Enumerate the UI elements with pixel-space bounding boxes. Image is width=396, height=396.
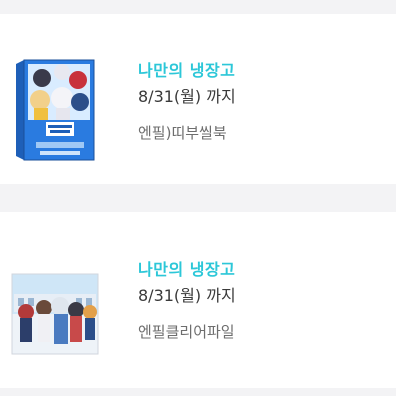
deadline: 8/31(월) 까지 — [138, 87, 236, 106]
deadline: 8/31(월) 까지 — [138, 286, 236, 305]
product-name: 엔필)띠부씰북 — [138, 124, 227, 142]
product-list-screen: 나만의 냉장고 8/31(월) 까지 엔필)띠부씰북 나만의 냉장고 8/31(… — [0, 0, 396, 396]
store-name: 나만의 냉장고 — [138, 260, 236, 279]
item-info: 나만의 냉장고 8/31(월) 까지 엔필클리어파일 — [138, 260, 236, 342]
product-name: 엔필클리어파일 — [138, 323, 235, 341]
list-item[interactable]: 나만의 냉장고 8/31(월) 까지 엔필클리어파일 — [0, 212, 396, 388]
sticker-book-box-image — [16, 59, 95, 161]
list-item[interactable]: 나만의 냉장고 8/31(월) 까지 엔필)띠부씰북 — [0, 14, 396, 184]
clear-file-thumbnail — [10, 266, 100, 362]
store-name: 나만의 냉장고 — [138, 61, 236, 80]
clear-file-image — [10, 272, 100, 356]
sticker-book-thumbnail — [10, 56, 100, 164]
item-info: 나만의 냉장고 8/31(월) 까지 엔필)띠부씰북 — [138, 61, 236, 143]
